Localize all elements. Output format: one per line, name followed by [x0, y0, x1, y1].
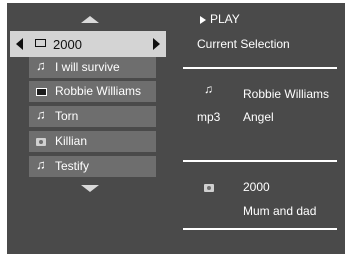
previous-arrow-icon[interactable] [16, 38, 23, 50]
music-note-icon: ♫ [204, 82, 213, 96]
list-item-label: I will survive [55, 60, 120, 74]
divider [183, 160, 337, 162]
track-format: mp3 [197, 110, 221, 124]
music-note-icon: ♫ [36, 107, 46, 122]
current-selection-label: Current Selection [197, 37, 290, 51]
scroll-down-arrow-icon[interactable] [81, 185, 99, 192]
folder-icon [36, 88, 47, 96]
list-item-label: Testify [55, 159, 90, 173]
divider [183, 228, 337, 230]
track-artist: Robbie Williams [243, 87, 330, 101]
list-item[interactable]: ♫ Torn [29, 106, 156, 127]
folder-icon [35, 39, 46, 47]
list-item[interactable]: ♫ Testify [29, 156, 156, 177]
music-note-icon: ♫ [36, 58, 46, 73]
selected-folder-row[interactable]: 2000 [10, 31, 166, 57]
camera-icon [36, 138, 46, 146]
selected-folder-label: 2000 [53, 37, 82, 52]
list-item-label: Torn [55, 109, 79, 123]
play-label: PLAY [210, 12, 240, 26]
next-arrow-icon[interactable] [153, 38, 160, 50]
music-note-icon: ♫ [36, 157, 46, 172]
camera-icon [204, 184, 214, 192]
track-title: Angel [243, 110, 274, 124]
scroll-up-arrow-icon[interactable] [81, 16, 99, 23]
list-item[interactable]: Killian [29, 131, 156, 152]
photo-year: 2000 [243, 180, 270, 194]
play-icon [200, 16, 206, 24]
media-player-screen: 2000 ♫ I will survive Robbie Williams ♫ … [7, 3, 345, 254]
photo-album: Mum and dad [243, 204, 317, 218]
list-item[interactable]: ♫ I will survive [29, 57, 156, 78]
list-item[interactable]: Robbie Williams [29, 81, 156, 102]
divider [183, 67, 337, 69]
list-item-label: Killian [55, 134, 88, 148]
list-item-label: Robbie Williams [55, 84, 142, 98]
